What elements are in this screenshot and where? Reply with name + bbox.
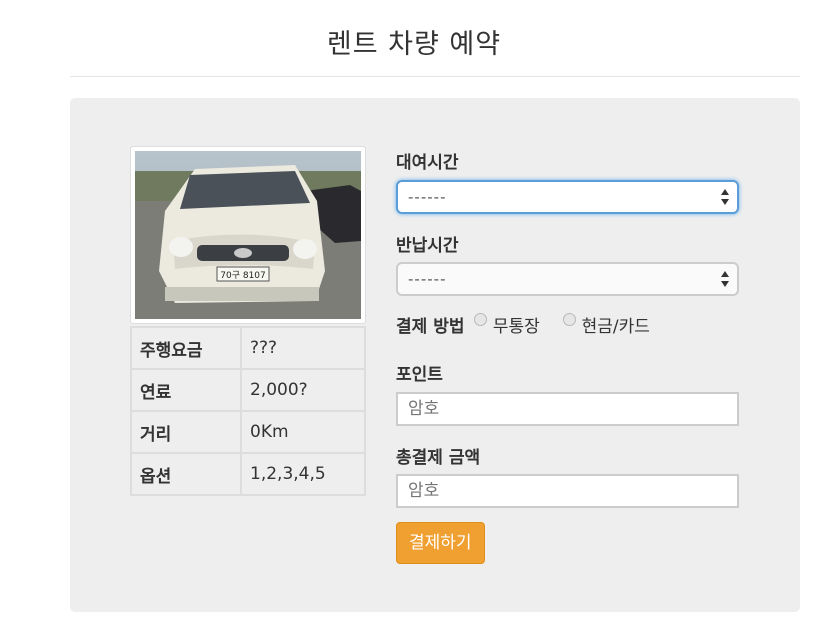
select-arrows-icon: [721, 189, 729, 205]
total-amount-label: 총결제 금액: [396, 448, 481, 468]
spec-value: 1,2,3,4,5: [240, 452, 366, 496]
license-plate: 70구 8107: [220, 270, 266, 281]
payment-method-label: 결제 방법: [396, 317, 465, 337]
return-time-select[interactable]: ------: [396, 262, 739, 296]
car-image: 70구 8107: [130, 146, 366, 324]
spec-value: 2,000?: [240, 368, 366, 412]
payment-method-row: 결제 방법 무통장 현금/카드: [396, 312, 650, 337]
page-title: 렌트 차량 예약: [326, 29, 502, 60]
point-label: 포인트: [396, 365, 443, 385]
car-photo: 70구 8107: [135, 151, 361, 319]
table-row: 연료 2,000?: [130, 368, 366, 412]
radio-label-cash-card: 현금/카드: [581, 317, 650, 337]
spec-key: 연료: [130, 368, 242, 412]
select-arrows-icon: [721, 271, 729, 287]
pay-button[interactable]: 결제하기: [396, 522, 485, 564]
radio-bank-transfer[interactable]: [473, 313, 487, 326]
spec-key: 주행요금: [130, 326, 242, 370]
point-input[interactable]: [396, 392, 739, 426]
spec-key: 거리: [130, 410, 242, 454]
rent-time-select[interactable]: ------: [396, 180, 739, 214]
car-spec-table: 주행요금 ??? 연료 2,000? 거리 0Km 옵션 1,2,3,4,5: [130, 326, 366, 496]
spec-key: 옵션: [130, 452, 242, 496]
table-row: 옵션 1,2,3,4,5: [130, 452, 366, 496]
return-time-value: ------: [408, 270, 447, 288]
table-row: 거리 0Km: [130, 410, 366, 454]
radio-cash-card[interactable]: [562, 313, 576, 326]
spec-value: 0Km: [240, 410, 366, 454]
total-amount-input[interactable]: [396, 474, 739, 508]
rent-time-label: 대여시간: [396, 153, 459, 173]
rent-time-value: ------: [408, 188, 447, 206]
return-time-label: 반납시간: [396, 236, 459, 256]
reservation-panel: 70구 8107 주행요금 ??? 연료 2,000? 거리 0Km 옵션 1,…: [70, 98, 800, 612]
radio-label-bank-transfer: 무통장: [492, 317, 540, 337]
spec-value: ???: [240, 326, 366, 370]
table-row: 주행요금 ???: [130, 326, 366, 370]
title-divider: [70, 76, 800, 77]
